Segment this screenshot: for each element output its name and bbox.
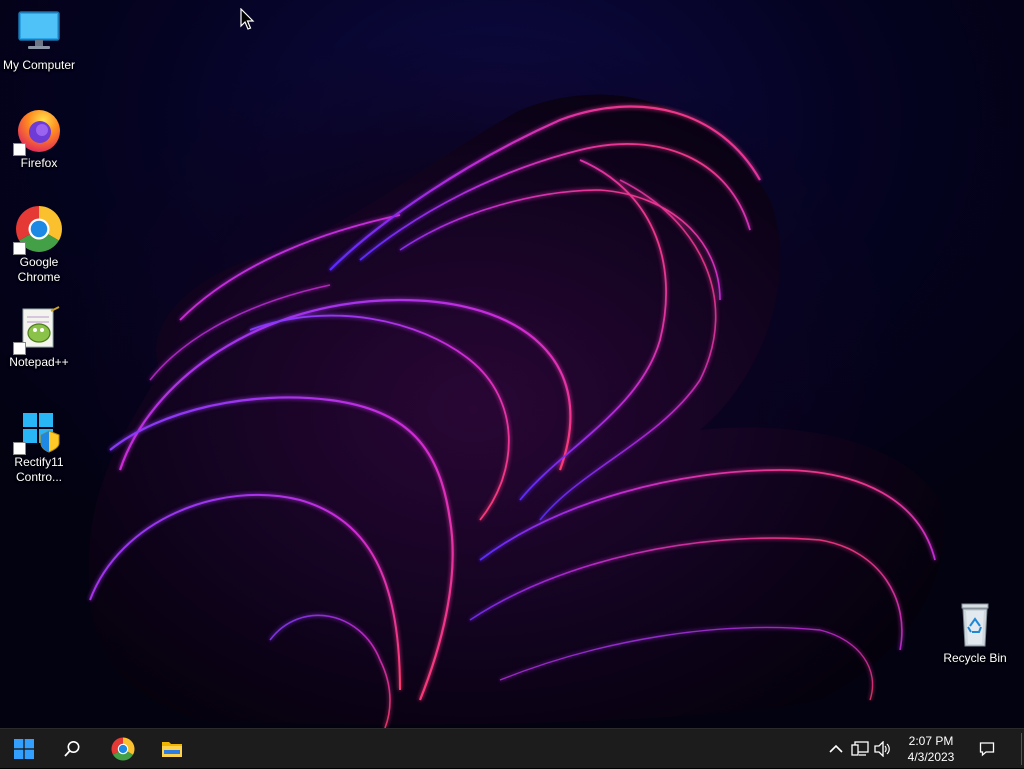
desktop-icon-label: My Computer bbox=[2, 58, 76, 72]
recycle-bin-icon bbox=[951, 601, 999, 649]
start-button[interactable] bbox=[4, 729, 44, 769]
desktop-icon-recycle-bin[interactable]: Recycle Bin bbox=[935, 601, 1015, 666]
notepad-plus-plus-icon bbox=[13, 305, 63, 355]
desktop-icon-my-computer[interactable]: My Computer bbox=[0, 8, 79, 73]
clock-time: 2:07 PM bbox=[908, 734, 954, 748]
desktop-icon-label: Recycle Bin bbox=[943, 651, 1007, 665]
chevron-up-icon bbox=[829, 744, 843, 753]
clock-date: 4/3/2023 bbox=[907, 750, 955, 764]
desktop-icon-google-chrome[interactable]: Google Chrome bbox=[0, 205, 79, 285]
taskbar-search-button[interactable] bbox=[52, 729, 92, 769]
show-desktop-button[interactable] bbox=[1018, 729, 1024, 769]
taskbar: 2:07 PM 4/3/2023 bbox=[0, 728, 1024, 768]
wallpaper-bloom bbox=[88, 94, 944, 728]
tray-clock[interactable]: 2:07 PM 4/3/2023 bbox=[898, 733, 964, 765]
shortcut-arrow-icon bbox=[13, 242, 26, 255]
shortcut-arrow-icon bbox=[13, 143, 26, 156]
tray-network-button[interactable] bbox=[849, 729, 871, 769]
taskbar-file-explorer-button[interactable] bbox=[152, 729, 192, 769]
tray-overflow-button[interactable] bbox=[826, 729, 846, 769]
desktop-icon-label: Google Chrome bbox=[17, 255, 61, 284]
shortcut-arrow-icon bbox=[13, 442, 26, 455]
shortcut-arrow-icon bbox=[13, 342, 26, 355]
file-explorer-icon bbox=[162, 742, 182, 757]
notification-icon bbox=[979, 742, 995, 757]
desktop-icon-firefox[interactable]: Firefox bbox=[0, 106, 79, 171]
show-desktop-divider bbox=[1020, 733, 1022, 765]
taskbar-chrome-button[interactable] bbox=[103, 729, 143, 769]
chrome-icon bbox=[111, 737, 135, 761]
network-icon bbox=[851, 741, 869, 756]
notification-center-button[interactable] bbox=[976, 729, 998, 769]
search-icon bbox=[64, 741, 80, 757]
desktop-icon-rectify11[interactable]: Rectify11 Contro... bbox=[0, 405, 79, 485]
tray-volume-button[interactable] bbox=[872, 729, 894, 769]
rectify11-icon bbox=[13, 405, 63, 455]
mouse-cursor-icon bbox=[240, 8, 255, 30]
monitor-icon bbox=[15, 8, 63, 56]
chrome-icon bbox=[13, 205, 63, 255]
desktop-icon-label: Rectify11 Contro... bbox=[14, 455, 64, 484]
desktop-icon-notepad-plus-plus[interactable]: Notepad++ bbox=[0, 305, 79, 370]
desktop-icon-label: Firefox bbox=[20, 156, 58, 170]
desktop-icon-label: Notepad++ bbox=[9, 355, 69, 369]
firefox-icon bbox=[13, 106, 63, 156]
desktop: My Computer Firefox Google Chrome Notepa… bbox=[0, 0, 1024, 728]
windows-start-icon bbox=[14, 739, 34, 759]
volume-icon bbox=[874, 741, 890, 757]
